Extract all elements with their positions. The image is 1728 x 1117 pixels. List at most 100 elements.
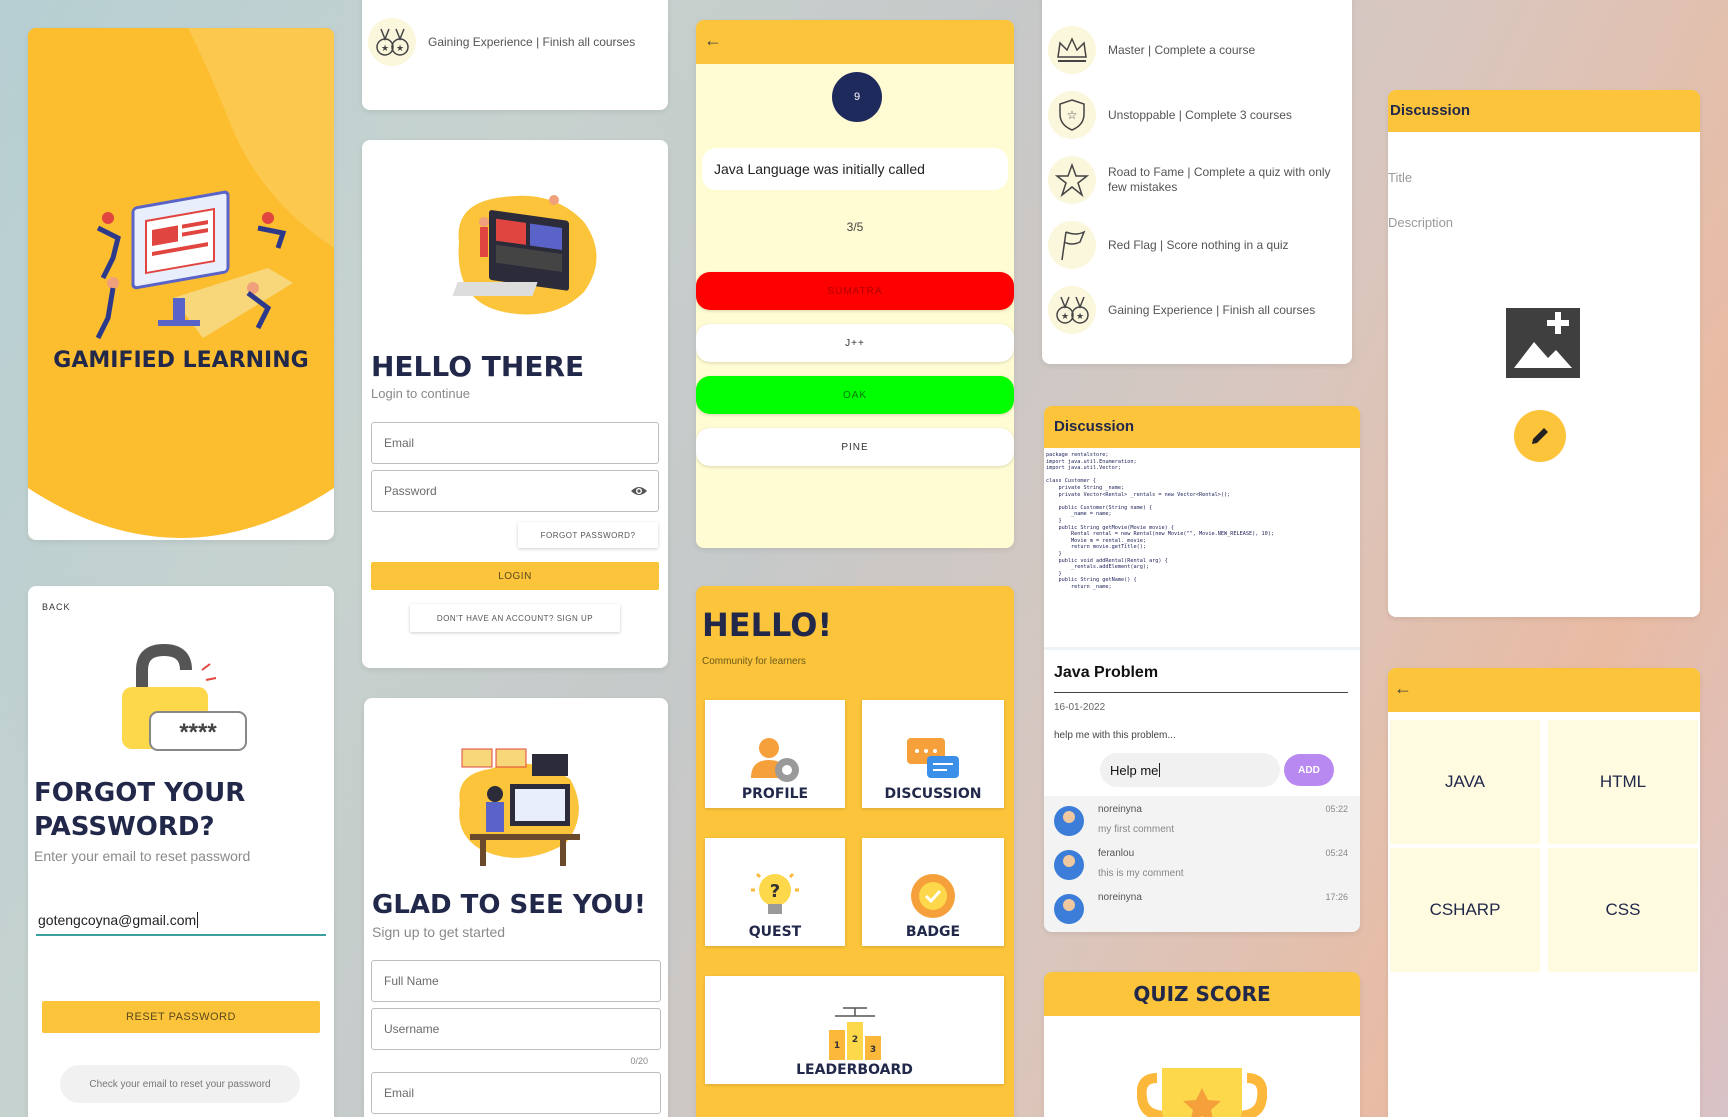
code-line: Rental rental = new Rental(new Movie("",…: [1046, 531, 1274, 538]
quest-tile[interactable]: ? QUEST: [705, 838, 845, 946]
home-title: HELLO!: [702, 606, 833, 644]
badge-row: ★ ★ Gaining Experience | Finish all cours…: [1042, 280, 1352, 340]
lock-stars: ****: [179, 719, 217, 746]
username-field[interactable]: Username: [371, 1008, 661, 1050]
code-line: _name = name;: [1046, 511, 1112, 518]
password-field[interactable]: Password: [371, 470, 659, 512]
tile-label: QUEST: [748, 924, 802, 940]
signup-email-field[interactable]: Email: [371, 1072, 661, 1114]
comment-item: noreinyna 05:22 my first comment: [1044, 800, 1360, 844]
signup-subtitle: Sign up to get started: [372, 924, 506, 940]
email-input[interactable]: gotengcoyna@gmail.com: [36, 912, 326, 936]
post-body: help me with this problem...: [1054, 730, 1176, 741]
answer-option[interactable]: PINE: [696, 428, 1014, 466]
email-value: gotengcoyna@gmail.com: [38, 912, 197, 928]
back-arrow-icon[interactable]: ←: [704, 30, 722, 51]
post-date: 16-01-2022: [1054, 702, 1106, 713]
badge-label: Gaining Experience | Finish all courses: [1108, 302, 1316, 317]
back-link[interactable]: BACK: [42, 602, 71, 612]
profile-tile[interactable]: PROFILE: [705, 700, 845, 808]
courses-header: ←: [1388, 668, 1700, 712]
login-subtitle: Login to continue: [371, 386, 471, 401]
login-button[interactable]: LOGIN: [371, 562, 659, 590]
medals-icon: ★ ★: [1048, 286, 1096, 334]
description-input[interactable]: Description: [1388, 215, 1688, 241]
discussion-tile[interactable]: DISCUSSION: [862, 700, 1004, 808]
code-line: package rentalstore;: [1046, 452, 1109, 458]
profile-icon: [751, 738, 799, 782]
lock-illustration: ****: [122, 643, 247, 751]
crown-icon: [1048, 26, 1096, 74]
badge-row: Master | Complete a course: [1042, 20, 1352, 80]
comment-item: noreinyna 17:26: [1044, 888, 1360, 932]
email-field[interactable]: Email: [371, 422, 659, 464]
back-arrow-icon[interactable]: ←: [1394, 678, 1412, 699]
forgot-password-button[interactable]: FORGOT PASSWORD?: [518, 522, 658, 548]
signup-link-button[interactable]: DON'T HAVE AN ACCOUNT? SIGN UP: [410, 604, 620, 632]
leaderboard-tile[interactable]: 1 2 3 LEADERBOARD: [705, 976, 1004, 1084]
code-line: import java.util.Vector;: [1046, 465, 1121, 472]
tile-label: DISCUSSION: [884, 786, 982, 802]
email-placeholder: Email: [384, 436, 415, 450]
course-tile-csharp[interactable]: CSHARP: [1390, 848, 1540, 972]
avatar: [1054, 850, 1084, 880]
badge-row: ★ ★ Gaining Experience | Finish all cours…: [362, 12, 668, 72]
new-discussion-screen: Discussion Title Description: [1388, 90, 1700, 617]
code-line: public String getName() {: [1046, 577, 1137, 584]
code-line: private String _name;: [1046, 484, 1125, 491]
code-line: return movie.getTitle();: [1046, 544, 1146, 551]
reset-password-button[interactable]: RESET PASSWORD: [42, 1001, 320, 1033]
course-label: JAVA: [1445, 772, 1485, 791]
svg-text:1: 1: [833, 1041, 839, 1051]
signup-title: GLAD TO SEE YOU!: [372, 890, 646, 920]
quiz-score-screen: QUIZ SCORE: [1044, 972, 1360, 1117]
courses-screen: ← JAVA HTML CSHARP CSS: [1388, 668, 1700, 1117]
comments-list: noreinyna 05:22 my first comment feranlo…: [1044, 796, 1360, 932]
course-label: HTML: [1599, 772, 1647, 791]
app-title: GAMIFIED LEARNING: [53, 348, 309, 373]
course-tile-java[interactable]: JAVA: [1390, 720, 1540, 844]
description-placeholder: Description: [1388, 215, 1454, 230]
quiz-screen: ← 9 Java Language was initially called 3…: [696, 20, 1014, 548]
code-line: class Customer {: [1046, 478, 1096, 485]
avatar: [1054, 806, 1084, 836]
avatar: [1054, 894, 1084, 924]
course-tile-css[interactable]: CSS: [1548, 848, 1698, 972]
answer-option[interactable]: OAK: [696, 376, 1014, 414]
comment-user: noreinyna: [1098, 892, 1142, 903]
add-image-icon[interactable]: [1506, 308, 1580, 378]
question-text: Java Language was initially called: [714, 161, 925, 177]
title-input[interactable]: Title: [1388, 170, 1688, 196]
pencil-icon: [1532, 428, 1548, 444]
tile-label: PROFILE: [741, 786, 809, 802]
course-tile-html[interactable]: HTML: [1548, 720, 1698, 844]
svg-text:★: ★: [381, 43, 389, 53]
add-comment-button[interactable]: ADD: [1284, 754, 1334, 786]
course-label: CSHARP: [1429, 900, 1501, 919]
comment-time: 05:22: [1325, 804, 1348, 814]
badge-row: ☆ Unstoppable | Complete 3 courses: [1042, 85, 1352, 145]
badge-label: Unstoppable | Complete 3 courses: [1108, 107, 1292, 122]
answer-option[interactable]: J++: [696, 324, 1014, 362]
question-card: Java Language was initially called: [702, 148, 1008, 190]
post-title: Java Problem: [1054, 664, 1159, 681]
fullname-field[interactable]: Full Name: [371, 960, 661, 1002]
quiz-progress: 3/5: [846, 220, 864, 234]
edit-fab[interactable]: [1514, 410, 1566, 462]
eye-icon[interactable]: [630, 485, 648, 497]
forgot-password-screen: BACK **** FORGOT YOUR PASSWORD? Enter yo…: [28, 586, 334, 1117]
trophy-icon: [1137, 1068, 1267, 1117]
question-number-badge: 9: [832, 72, 882, 122]
answer-option[interactable]: SUMATRA: [696, 272, 1014, 310]
medals-icon: ★ ★: [368, 18, 416, 66]
fullname-placeholder: Full Name: [384, 974, 439, 988]
svg-text:★: ★: [1061, 311, 1069, 321]
discussion-header: Discussion: [1044, 406, 1360, 448]
badge-row: Red Flag | Score nothing in a quiz: [1042, 215, 1352, 275]
comment-input[interactable]: Help me: [1100, 753, 1280, 787]
podium-icon: 1 2 3: [828, 1007, 881, 1060]
badge-tile[interactable]: BADGE: [862, 838, 1004, 946]
code-line: Movie m = rental._movie;: [1046, 537, 1146, 544]
badge-label: Road to Fame | Complete a quiz with only…: [1108, 165, 1331, 194]
